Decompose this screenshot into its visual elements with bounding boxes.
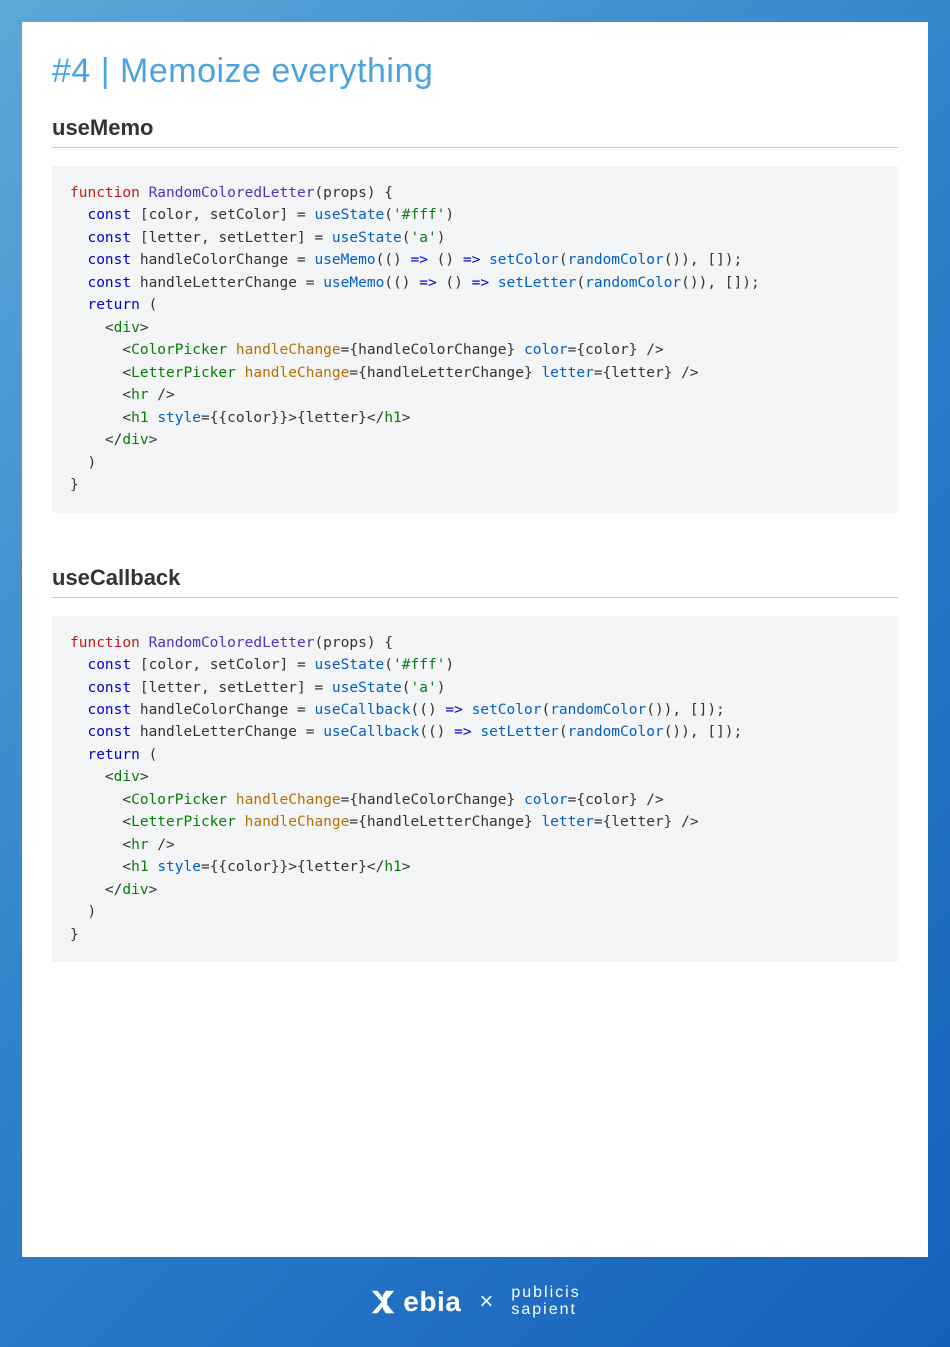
publicis-sapient-logo: publicis sapient [511, 1285, 580, 1319]
separator-icon: × [479, 1288, 493, 1316]
code-block: function RandomColoredLetter(props) { co… [52, 166, 898, 513]
slide-title: #4 | Memoize everything [52, 52, 898, 91]
ps-line2: sapient [511, 1302, 580, 1319]
ps-line1: publicis [511, 1285, 580, 1302]
xebia-logo: ebia [369, 1286, 461, 1318]
section-heading: useCallback [52, 565, 898, 598]
code-block: function RandomColoredLetter(props) { co… [52, 616, 898, 963]
section: useCallback function RandomColoredLetter(… [52, 565, 898, 963]
section: useMemo function RandomColoredLetter(prop… [52, 115, 898, 513]
xebia-text: ebia [403, 1286, 461, 1318]
slide-page: #4 | Memoize everything useMemo function … [22, 22, 928, 1257]
xebia-mark-icon [369, 1288, 397, 1316]
footer: ebia × publicis sapient [0, 1257, 950, 1347]
section-heading: useMemo [52, 115, 898, 148]
